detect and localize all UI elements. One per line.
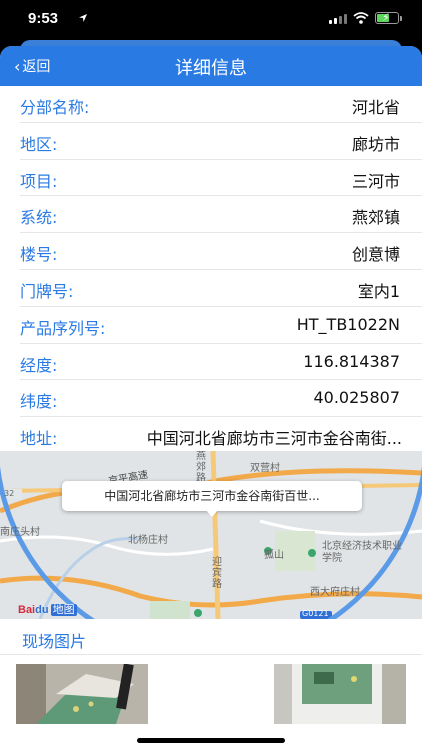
- map-label-xida: 西大府庄村: [310, 587, 360, 598]
- battery-tip: [400, 15, 402, 21]
- baidu-logo: Baidu 地图: [18, 601, 77, 617]
- row-door-number: 门牌号: 室内1: [20, 270, 422, 307]
- site-photo-2[interactable]: [274, 664, 406, 724]
- row-value: 室内1: [357, 281, 400, 301]
- wifi-icon: [353, 12, 369, 24]
- photos-label: 现场图片: [22, 632, 87, 651]
- row-value: 河北省: [351, 98, 400, 117]
- detail-sheet: ‹ 返回 详细信息 分部名称: 河北省 地区: 廊坊市 项目: 三河市 系统: 燕郊镇 …: [0, 46, 422, 750]
- row-branch: 分部名称: 河北省: [20, 86, 422, 123]
- location-arrow-icon: [79, 14, 87, 22]
- row-value: 廊坊市: [351, 134, 400, 154]
- map-view[interactable]: 京平高速 燕郊路 双营村 32 南庄头村 北杨庄村 迎宾路 孤山 北京经济技术职…: [0, 451, 422, 619]
- map-label-beiyangzhuang: 北杨庄村: [128, 535, 168, 546]
- nav-bar: ‹ 返回 详细信息: [0, 46, 422, 86]
- status-bar: 9:53 ⚡: [0, 0, 422, 40]
- row-latitude: 纬度: 40.025807: [20, 380, 422, 418]
- map-label-shuangying: 双营村: [250, 463, 280, 474]
- row-address: 地址: 中国河北省廊坊市三河市金谷南街...: [20, 417, 422, 454]
- row-serial-number: 产品序列号: HT_TB1022N: [20, 307, 422, 344]
- row-value: 40.025807: [313, 388, 400, 408]
- home-indicator[interactable]: [137, 738, 285, 743]
- row-label: 地区:: [20, 134, 58, 154]
- map-label-school: 北京经济技术职业学院: [322, 541, 402, 564]
- row-value: 燕郊镇: [351, 208, 400, 228]
- row-region: 地区: 廊坊市: [20, 123, 422, 160]
- status-icons: ⚡: [329, 11, 402, 24]
- map-label-yanjiao: 燕郊路: [196, 451, 206, 484]
- site-photo-1[interactable]: [16, 664, 148, 724]
- status-time: 9:53: [28, 10, 59, 27]
- cellular-signal-icon: [329, 12, 347, 24]
- map-label-nantou: 南庄头村: [0, 527, 40, 538]
- row-system: 系统: 燕郊镇: [20, 196, 422, 234]
- photo-image: [16, 664, 148, 724]
- row-label: 纬度:: [20, 392, 58, 412]
- photo-image: [274, 664, 406, 724]
- map-callout-tip: [206, 510, 218, 517]
- battery-icon: ⚡: [375, 11, 399, 24]
- baidu-logo-part3: 地图: [50, 604, 77, 616]
- row-value: 116.814387: [303, 351, 400, 371]
- row-longitude: 经度: 116.814387: [20, 344, 422, 381]
- map-label-g32: 32: [4, 489, 15, 498]
- row-label: 产品序列号:: [20, 318, 106, 338]
- map-label-g0121: G0121: [302, 609, 329, 618]
- row-label: 经度:: [20, 355, 58, 375]
- map-callout[interactable]: 中国河北省廊坊市三河市金谷南街百世...: [62, 481, 362, 511]
- baidu-logo-part2: du: [35, 604, 49, 616]
- row-label: 分部名称:: [20, 98, 90, 117]
- row-value: 中国河北省廊坊市三河市金谷南街...: [146, 429, 402, 449]
- baidu-logo-part1: Bai: [18, 604, 36, 616]
- row-label: 地址:: [20, 429, 58, 449]
- row-label: 项目:: [20, 171, 58, 191]
- row-value: HT_TB1022N: [296, 314, 400, 334]
- map-label-yingbin: 迎宾路: [212, 557, 222, 590]
- row-label: 系统:: [20, 208, 58, 228]
- info-list: 分部名称: 河北省 地区: 廊坊市 项目: 三河市 系统: 燕郊镇 楼号: 创意博 门牌号…: [0, 86, 422, 454]
- row-label: 门牌号:: [20, 281, 74, 301]
- divider: [0, 654, 422, 655]
- row-value: 三河市: [351, 171, 400, 191]
- row-building: 楼号: 创意博: [20, 233, 422, 270]
- row-label: 楼号:: [20, 245, 58, 265]
- map-label-zhuashan: 孤山: [264, 550, 284, 561]
- row-project: 项目: 三河市: [20, 160, 422, 197]
- page-title: 详细信息: [175, 58, 247, 79]
- row-value: 创意博: [351, 245, 400, 265]
